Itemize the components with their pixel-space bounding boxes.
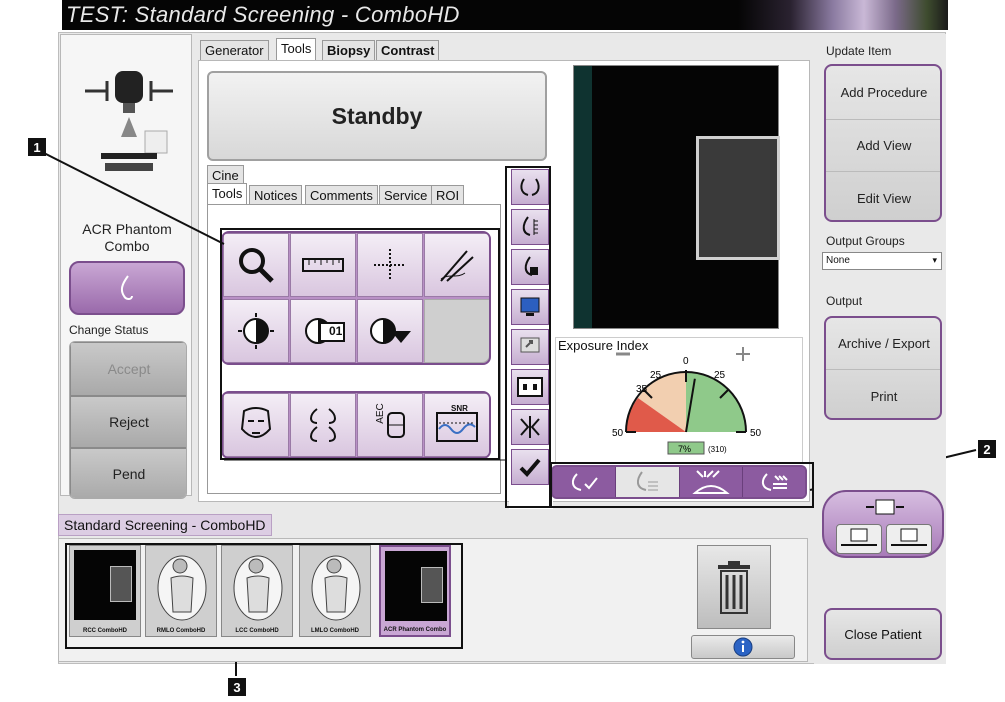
title-banner-image (738, 0, 948, 30)
thumbnail-figure-icon (157, 555, 207, 621)
thumbnail-label: ACR Phantom Combo (383, 627, 447, 633)
tick-50-left: 50 (612, 428, 624, 439)
output-groups-label: Output Groups (826, 234, 905, 248)
callout-3: 3 (228, 678, 246, 696)
tick-50-right: 50 (750, 428, 762, 439)
study-label: Standard Screening - ComboHD (58, 514, 272, 536)
tab-tools[interactable]: Tools (276, 38, 317, 60)
add-procedure-button[interactable]: Add Procedure (826, 66, 940, 120)
procedure-button[interactable] (69, 261, 185, 315)
paddle-left-button[interactable] (836, 524, 882, 554)
pend-button[interactable]: Pend (70, 448, 186, 498)
tab-contrast[interactable]: Contrast (376, 40, 440, 60)
callout-2: 2 (978, 440, 996, 458)
title-bar: TEST: Standard Screening - ComboHD (62, 0, 948, 30)
tick-25-left: 25 (650, 370, 662, 381)
reject-button[interactable]: Reject (70, 396, 186, 448)
thumbnail-label: RMLO ComboHD (156, 628, 206, 634)
archive-export-button[interactable]: Archive / Export (826, 318, 940, 370)
thumbnail-label: RCC ComboHD (83, 628, 127, 634)
exposure-gauge: 0 25 25 35 50 50 7% (310) (612, 347, 762, 455)
tab-notices[interactable]: Notices (249, 185, 303, 205)
status-group: Accept Reject Pend (69, 341, 187, 499)
tick-0: 0 (683, 356, 689, 367)
top-tab-strip: Generator Tools Biopsy Contrast (200, 38, 510, 60)
callout-box-1b (505, 166, 551, 508)
update-item-label: Update Item (826, 44, 892, 58)
edit-view-button[interactable]: Edit View (826, 172, 940, 220)
change-status-label: Change Status (69, 323, 149, 337)
window-title: TEST: Standard Screening - ComboHD (66, 2, 460, 27)
print-button[interactable]: Print (826, 370, 940, 418)
close-patient-button[interactable]: Close Patient (824, 608, 942, 660)
exposure-value: (310) (708, 445, 727, 454)
output-group: Archive / Export Print (824, 316, 942, 420)
phantom-image (696, 136, 780, 260)
paddle-left-icon (841, 528, 877, 546)
paddle-right-icon (891, 528, 927, 546)
gantry-icon (85, 71, 173, 171)
thumbnail-label: LMLO ComboHD (311, 628, 359, 634)
preview-edge (574, 66, 592, 328)
right-panel: Update Item Add Procedure Add View Edit … (814, 34, 946, 664)
output-groups-value: None (826, 255, 850, 266)
procedure-label: ACR Phantom Combo (82, 221, 172, 254)
breast-icon (120, 275, 133, 300)
output-groups-select[interactable]: None ▾ (822, 252, 942, 270)
tab-biopsy[interactable]: Biopsy (322, 40, 376, 60)
thumbnail-phantom-image (385, 551, 447, 621)
tab-roi[interactable]: ROI (431, 185, 465, 205)
callout-box-2 (550, 462, 814, 508)
image-preview (573, 65, 780, 329)
paddle-right-button[interactable] (886, 524, 932, 554)
trash-button[interactable] (697, 545, 771, 629)
chevron-down-icon: ▾ (932, 255, 937, 265)
tools-tab-strip: Tools Notices Comments Service ROI (207, 183, 477, 205)
info-button[interactable] (691, 635, 795, 659)
thumbnail-phantom-image (74, 550, 136, 620)
compression-paddle-control[interactable] (822, 490, 944, 558)
thumbnail-figure-icon (233, 555, 283, 621)
callout-box-1 (220, 228, 500, 460)
exposure-index-panel: Exposure Index 0 25 25 35 50 50 7% (310) (555, 337, 803, 463)
update-item-group: Add Procedure Add View Edit View (824, 64, 942, 222)
tick-25-right: 25 (714, 370, 726, 381)
thumbnail-item[interactable]: RCC ComboHD (69, 545, 141, 637)
paddle-center-icon (866, 499, 904, 515)
exposure-percent: 7% (678, 444, 691, 454)
left-panel: ACR Phantom Combo Change Status Accept R… (60, 34, 192, 499)
thumbnail-figure-icon (311, 555, 361, 621)
thumbnail-strip: RCC ComboHD RMLO ComboHD LCC ComboHD LMLO C… (58, 538, 808, 662)
callout-1: 1 (28, 138, 46, 156)
thumbnail-label: LCC ComboHD (235, 628, 279, 634)
tab-comments[interactable]: Comments (305, 185, 378, 205)
thumbnail-item[interactable]: LCC ComboHD (221, 545, 293, 637)
tick-35: 35 (636, 384, 648, 395)
thumbnail-item[interactable]: ACR Phantom Combo (379, 545, 451, 637)
thumbnail-item[interactable]: LMLO ComboHD (299, 545, 371, 637)
thumbnail-item[interactable]: RMLO ComboHD (145, 545, 217, 637)
tab-service[interactable]: Service (379, 185, 433, 205)
output-label: Output (826, 294, 863, 308)
tab-cine[interactable]: Cine (207, 165, 244, 185)
add-view-button[interactable]: Add View (826, 120, 940, 172)
tab-generator[interactable]: Generator (200, 40, 269, 60)
trash-icon (718, 561, 750, 614)
accept-button[interactable]: Accept (70, 342, 186, 396)
standby-display: Standby (207, 71, 547, 161)
tab-tools-sub[interactable]: Tools (207, 183, 248, 205)
info-icon (733, 637, 753, 657)
